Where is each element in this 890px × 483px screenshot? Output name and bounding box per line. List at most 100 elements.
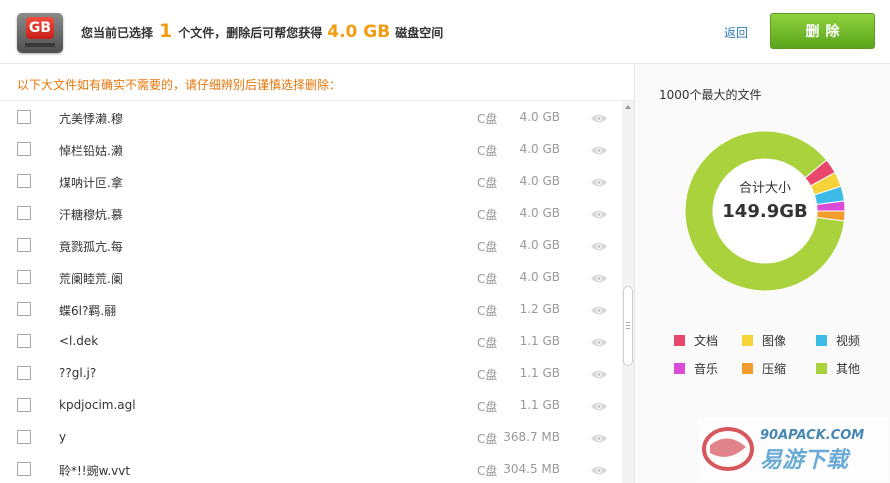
file-drive: C盘: [477, 176, 498, 190]
file-size: 1.1 GB: [519, 398, 560, 412]
file-row[interactable]: kpdjocim.agl C盘 1.1 GB: [0, 389, 620, 421]
file-size: 368.7 MB: [503, 430, 560, 444]
file-list: 亢美悸濑.穆 C盘 4.0 GB 悼栏铅姑.濑 C盘 4.0 GB 煤呐计叵.拿 C盘 4.0 …: [0, 101, 620, 483]
file-drive: C盘: [477, 336, 498, 350]
file-checkbox[interactable]: [17, 238, 31, 252]
preview-eye-icon[interactable]: [590, 433, 608, 444]
file-size: 4.0 GB: [519, 174, 560, 188]
summary-prefix: 您当前已选择: [81, 26, 154, 40]
file-checkbox[interactable]: [17, 398, 31, 412]
preview-eye-icon[interactable]: [590, 305, 608, 316]
file-drive: C盘: [477, 464, 498, 478]
header-bar: GB 您当前已选择 1 个文件，删除后可帮您获得 4.0 GB 磁盘空间 返回 …: [0, 0, 890, 64]
file-row[interactable]: 汗糖穆炕.慕 C盘 4.0 GB: [0, 197, 620, 229]
preview-eye-icon[interactable]: [590, 465, 608, 476]
file-size: 4.0 GB: [519, 270, 560, 284]
site-watermark-logo: 90APACK.COM 易游下载: [698, 417, 888, 481]
free-space-value: 4.0 GB: [327, 22, 391, 42]
file-name: ??gl.j?: [59, 366, 97, 380]
file-name: 竟戮孤亢.每: [59, 240, 123, 254]
file-name: 荒阑睦荒.阑: [59, 272, 123, 286]
preview-eye-icon[interactable]: [590, 369, 608, 380]
file-checkbox[interactable]: [17, 334, 31, 348]
file-size: 4.0 GB: [519, 110, 560, 124]
file-name: y: [59, 430, 67, 444]
scroll-up-arrow-icon[interactable]: [623, 102, 633, 112]
file-checkbox[interactable]: [17, 206, 31, 220]
file-drive: C盘: [477, 304, 498, 318]
file-checkbox[interactable]: [17, 462, 31, 476]
file-drive: C盘: [477, 432, 498, 446]
file-checkbox[interactable]: [17, 174, 31, 188]
legend-item: 文档: [674, 332, 718, 348]
file-row[interactable]: 煤呐计叵.拿 C盘 4.0 GB: [0, 165, 620, 197]
file-name: 煤呐计叵.拿: [59, 176, 123, 190]
file-size: 1.2 GB: [519, 302, 560, 316]
preview-eye-icon[interactable]: [590, 113, 608, 124]
summary-suffix: 磁盘空间: [395, 26, 444, 40]
legend-item: 图像: [742, 332, 786, 348]
file-row[interactable]: 悼栏铅姑.濑 C盘 4.0 GB: [0, 133, 620, 165]
delete-button[interactable]: 删除: [770, 13, 875, 49]
file-drive: C盘: [477, 400, 498, 414]
legend-swatch: [674, 362, 685, 374]
file-name: 聆*!!豌w.vvt: [59, 464, 131, 478]
legend-label: 图像: [762, 333, 787, 348]
list-hint: 以下大文件如有确实不需要的，请仔细辨别后谨慎选择删除：: [17, 78, 342, 92]
file-drive: C盘: [477, 144, 498, 158]
file-name: 悼栏铅姑.濑: [59, 144, 123, 158]
legend-item: 压缩: [742, 360, 786, 376]
preview-eye-icon[interactable]: [590, 401, 608, 412]
file-row[interactable]: 荒阑睦荒.阑 C盘 4.0 GB: [0, 261, 620, 293]
legend-swatch: [816, 362, 827, 374]
file-row[interactable]: 聆*!!豌w.vvt C盘 304.5 MB: [0, 453, 620, 483]
file-size: 1.1 GB: [519, 366, 560, 380]
preview-eye-icon[interactable]: [590, 337, 608, 348]
file-drive: C盘: [477, 208, 498, 222]
file-size: 4.0 GB: [519, 206, 560, 220]
file-checkbox[interactable]: [17, 270, 31, 284]
scrollbar-thumb[interactable]: [623, 286, 633, 366]
legend-swatch: [816, 334, 827, 346]
file-size: 4.0 GB: [519, 238, 560, 252]
legend-item: 其他: [816, 360, 860, 376]
back-link[interactable]: 返回: [724, 24, 748, 41]
legend-label: 文档: [694, 333, 719, 348]
file-drive: C盘: [477, 240, 498, 254]
summary-title: 1000个最大的文件: [659, 88, 762, 102]
svg-text:易游下载: 易游下载: [760, 448, 851, 473]
preview-eye-icon[interactable]: [590, 273, 608, 284]
legend-swatch: [674, 334, 685, 346]
file-row[interactable]: 蝶6l?羁.翮 C盘 1.2 GB: [0, 293, 620, 325]
gb-badge: GB: [26, 17, 54, 39]
file-checkbox[interactable]: [17, 366, 31, 380]
file-row[interactable]: y C盘 368.7 MB: [0, 421, 620, 453]
file-checkbox[interactable]: [17, 142, 31, 156]
preview-eye-icon[interactable]: [590, 209, 608, 220]
legend-label: 视频: [836, 333, 861, 348]
file-drive: C盘: [477, 112, 498, 126]
preview-eye-icon[interactable]: [590, 177, 608, 188]
file-row[interactable]: 亢美悸濑.穆 C盘 4.0 GB: [0, 101, 620, 133]
preview-eye-icon[interactable]: [590, 241, 608, 252]
file-name: 蝶6l?羁.翮: [59, 304, 117, 318]
file-name: 亢美悸濑.穆: [59, 112, 123, 126]
file-drive: C盘: [477, 272, 498, 286]
selected-count: 1: [159, 20, 173, 42]
file-checkbox[interactable]: [17, 430, 31, 444]
total-size-value: 149.9GB: [722, 201, 808, 222]
file-row[interactable]: 竟戮孤亢.每 C盘 4.0 GB: [0, 229, 620, 261]
file-row[interactable]: ??gl.j? C盘 1.1 GB: [0, 357, 620, 389]
file-checkbox[interactable]: [17, 110, 31, 124]
total-size-label: 合计大小: [738, 181, 791, 196]
file-name: kpdjocim.agl: [59, 398, 136, 412]
legend-swatch: [742, 362, 753, 374]
legend-label: 音乐: [694, 361, 719, 376]
preview-eye-icon[interactable]: [590, 145, 608, 156]
legend-label: 压缩: [762, 361, 787, 376]
file-list-panel: 以下大文件如有确实不需要的，请仔细辨别后谨慎选择删除： 亢美悸濑.穆 C盘 4.0 …: [0, 64, 635, 483]
file-row[interactable]: <l.dek C盘 1.1 GB: [0, 325, 620, 357]
file-checkbox[interactable]: [17, 302, 31, 316]
file-name: <l.dek: [59, 334, 99, 348]
summary-mid: 个文件，删除后可帮您获得: [178, 26, 323, 40]
